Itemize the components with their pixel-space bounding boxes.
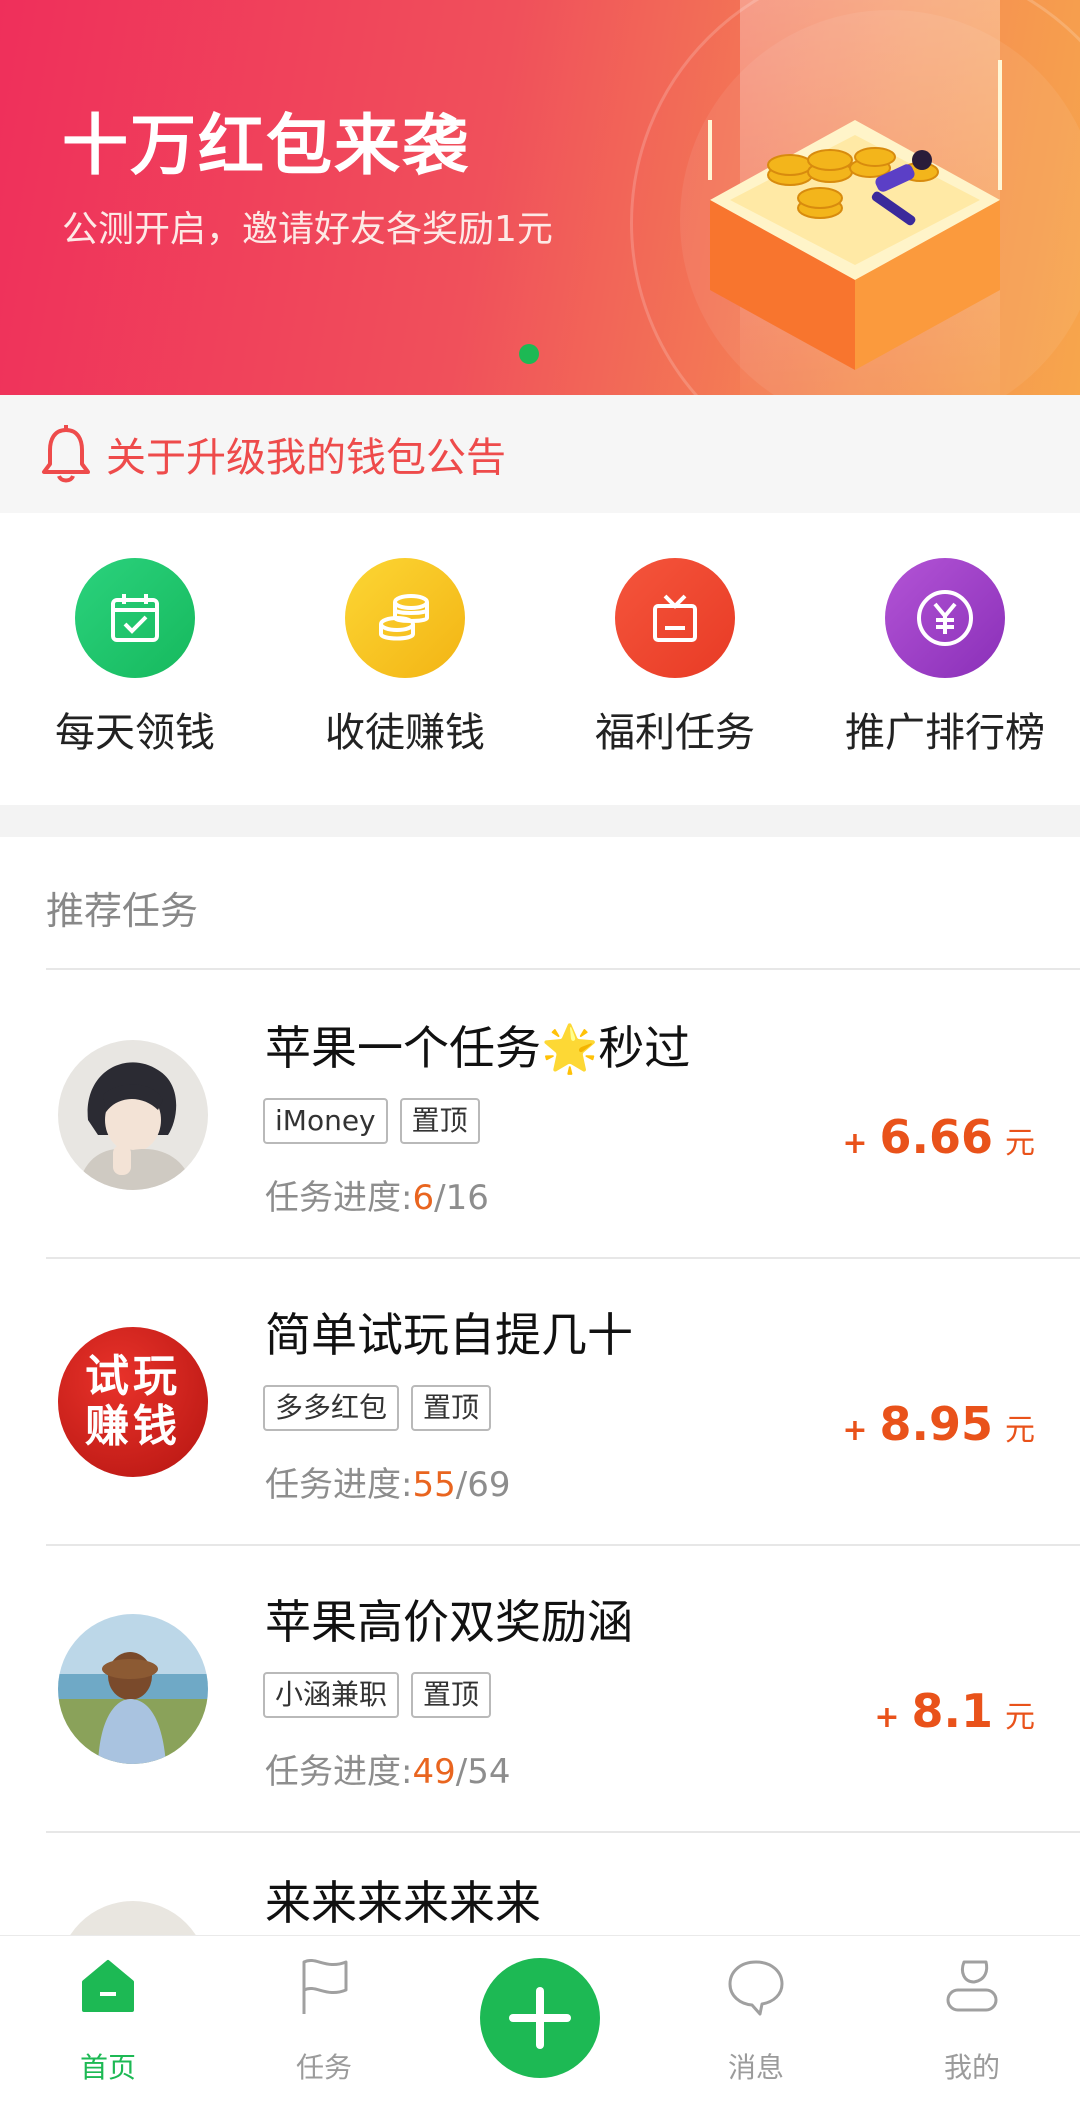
- task-tags: 小涵兼职 置顶: [263, 1672, 492, 1718]
- nav-label: 我的: [943, 2051, 1000, 2084]
- task-item[interactable]: 试玩 赚钱 简单试玩自提几十 多多红包 置顶 任务进度:55/69 + 8.95…: [0, 1257, 1080, 1542]
- carousel-indicator-dot[interactable]: [519, 344, 539, 364]
- reward-unit: 元: [1005, 1700, 1035, 1735]
- task-tags: 多多红包 置顶: [263, 1385, 492, 1431]
- nav-label: 消息: [727, 2051, 784, 2084]
- menu-welfare-task[interactable]: 福利任务: [540, 558, 810, 758]
- progress-label: 任务进度:: [265, 1178, 413, 1218]
- nav-profile[interactable]: 我的: [864, 1936, 1080, 2101]
- progress-current: 49: [412, 1752, 456, 1792]
- reward-plus: +: [874, 1700, 900, 1735]
- section-title: 推荐任务: [46, 889, 199, 933]
- nav-messages[interactable]: 消息: [648, 1936, 864, 2101]
- add-task-button[interactable]: [480, 1958, 600, 2078]
- flag-icon: [302, 1959, 348, 2014]
- progress-current: 55: [412, 1465, 456, 1505]
- task-title: 苹果一个任务🌟秒过: [265, 1021, 691, 1075]
- coin-stack-icon: [345, 558, 465, 678]
- reward-plus: +: [842, 1413, 868, 1448]
- progress-total: /16: [434, 1178, 489, 1218]
- task-progress: 任务进度:49/54: [265, 1744, 510, 1793]
- task-tags: iMoney 置顶: [263, 1098, 480, 1144]
- avatar-text: 赚钱: [85, 1401, 181, 1452]
- task-tag: 置顶: [399, 1098, 480, 1144]
- task-avatar: [58, 1040, 208, 1190]
- progress-total: /69: [455, 1465, 511, 1505]
- task-item[interactable]: 来来来来来来: [0, 1831, 1080, 1935]
- section-separator: [0, 805, 1080, 837]
- home-icon: [82, 1960, 134, 2012]
- task-title: 苹果高价双奖励涵: [265, 1595, 633, 1649]
- progress-total: /54: [455, 1752, 511, 1792]
- announcement-bar[interactable]: 关于升级我的钱包公告: [0, 395, 1080, 513]
- reward-amount: 8.1: [911, 1684, 994, 1738]
- calendar-check-icon: [75, 558, 195, 678]
- task-reward: + 6.66 元: [842, 1110, 1035, 1164]
- task-tag: 小涵兼职: [263, 1672, 400, 1718]
- menu-label: 收徒赚钱: [325, 710, 485, 756]
- menu-label: 推广排行榜: [845, 710, 1045, 756]
- task-item[interactable]: 苹果高价双奖励涵 小涵兼职 置顶 任务进度:49/54 + 8.1 元: [0, 1544, 1080, 1829]
- task-tag: 置顶: [411, 1672, 492, 1718]
- task-progress: 任务进度:6/16: [265, 1170, 489, 1219]
- menu-recruit-money[interactable]: 收徒赚钱: [270, 558, 540, 758]
- reward-amount: 8.95: [879, 1397, 994, 1451]
- progress-label: 任务进度:: [265, 1465, 413, 1505]
- task-reward: + 8.1 元: [874, 1684, 1035, 1738]
- promo-banner[interactable]: 十万红包来袭 公测开启，邀请好友各奖励1元: [0, 0, 1080, 395]
- nav-home[interactable]: 首页: [0, 1936, 216, 2101]
- menu-label: 每天领钱: [55, 710, 215, 756]
- task-tag: 置顶: [411, 1385, 492, 1431]
- reward-unit: 元: [1005, 1126, 1035, 1161]
- progress-current: 6: [412, 1178, 435, 1218]
- task-avatar: [58, 1614, 208, 1764]
- nav-label: 任务: [295, 2051, 352, 2084]
- plus-icon: [509, 1987, 571, 2049]
- menu-daily-money[interactable]: 每天领钱: [0, 558, 270, 758]
- yen-icon: [885, 558, 1005, 678]
- banner-title: 十万红包来袭: [62, 107, 470, 184]
- gift-box-icon: [615, 558, 735, 678]
- banner-subtitle: 公测开启，邀请好友各奖励1元: [62, 209, 553, 250]
- task-tag: 多多红包: [263, 1385, 400, 1431]
- task-item[interactable]: 苹果一个任务🌟秒过 iMoney 置顶 任务进度:6/16 + 6.66 元: [0, 970, 1080, 1255]
- task-avatar: 试玩 赚钱: [58, 1327, 208, 1477]
- avatar-text: 试玩: [85, 1351, 181, 1402]
- task-tag: iMoney: [263, 1098, 388, 1144]
- nav-tasks[interactable]: 任务: [216, 1936, 432, 2101]
- menu-ranking[interactable]: 推广排行榜: [810, 558, 1080, 758]
- task-avatar: [58, 1901, 208, 1935]
- quick-menu: 每天领钱 收徒赚钱 福利任务 推广排行榜: [0, 513, 1080, 805]
- chat-bubble-icon: [728, 1960, 784, 2016]
- reward-unit: 元: [1005, 1413, 1035, 1448]
- reward-amount: 6.66: [879, 1110, 994, 1164]
- progress-label: 任务进度:: [265, 1752, 413, 1792]
- task-title: 简单试玩自提几十: [265, 1308, 633, 1362]
- task-progress: 任务进度:55/69: [265, 1457, 510, 1506]
- menu-label: 福利任务: [595, 710, 755, 756]
- task-reward: + 8.95 元: [842, 1397, 1035, 1451]
- bell-icon: [42, 425, 90, 483]
- banner-illustration: [708, 60, 1002, 370]
- task-title: 来来来来来来: [265, 1876, 541, 1930]
- nav-label: 首页: [79, 2051, 136, 2084]
- user-icon: [946, 1960, 998, 2012]
- reward-plus: +: [842, 1126, 868, 1161]
- announcement-text: 关于升级我的钱包公告: [106, 435, 506, 481]
